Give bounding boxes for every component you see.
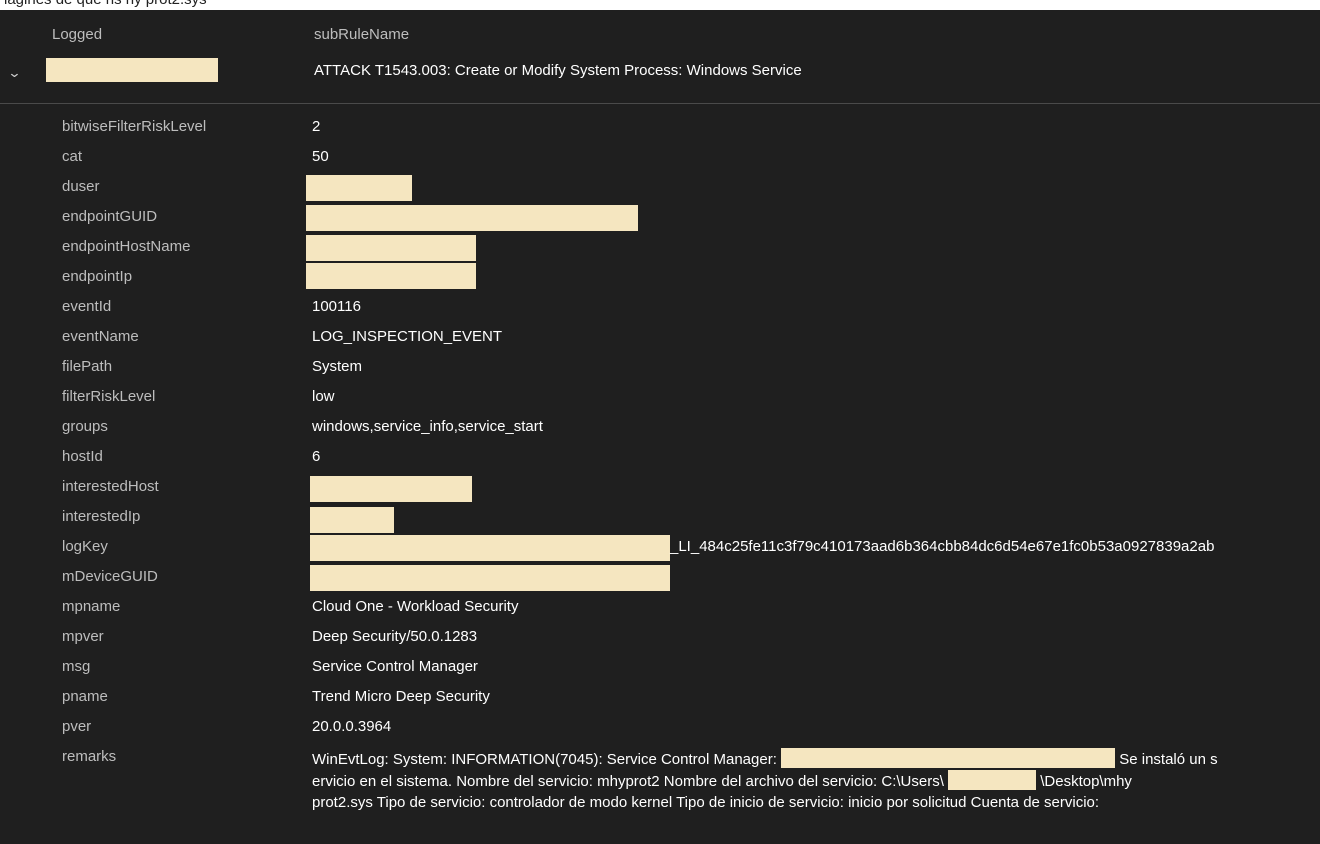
- field-value: 2: [312, 118, 321, 135]
- field-row: mpname Cloud One - Workload Security: [0, 594, 1320, 624]
- field-row: hostId 6: [0, 444, 1320, 474]
- redacted-value: [306, 263, 476, 289]
- redacted-value: [310, 535, 670, 561]
- field-key: logKey: [62, 538, 108, 555]
- field-row: pver 20.0.0.3964: [0, 714, 1320, 744]
- redacted-value: [306, 235, 476, 261]
- field-key: filterRiskLevel: [62, 388, 156, 405]
- field-key: bitwiseFilterRiskLevel: [62, 118, 207, 135]
- field-value: Service Control Manager: [312, 658, 478, 675]
- header-divider: [0, 103, 1320, 104]
- field-value: LOG_INSPECTION_EVENT: [312, 328, 503, 345]
- field-row: msg Service Control Manager: [0, 654, 1320, 684]
- subrulename-value: ATTACK T1543.003: Create or Modify Syste…: [314, 62, 802, 79]
- field-row: endpointIp: [0, 263, 1320, 294]
- remarks-value: WinEvtLog: System: INFORMATION(7045): Se…: [312, 748, 1312, 814]
- field-row-remarks: remarks WinEvtLog: System: INFORMATION(7…: [0, 744, 1320, 834]
- field-row: bitwiseFilterRiskLevel 2: [0, 114, 1320, 144]
- field-value: 100116: [312, 298, 361, 315]
- field-key: msg: [62, 658, 91, 675]
- field-value: Cloud One - Workload Security: [312, 598, 519, 615]
- field-key: interestedHost: [62, 478, 159, 495]
- field-value: low: [312, 388, 335, 405]
- remarks-text: Se instaló un s: [1119, 751, 1218, 768]
- field-row: endpointGUID: [0, 204, 1320, 234]
- field-key: eventId: [62, 298, 112, 315]
- column-header-logged[interactable]: Logged: [52, 26, 102, 43]
- remarks-text: WinEvtLog: System: INFORMATION(7045): Se…: [312, 751, 777, 768]
- column-header-subrulename[interactable]: subRuleName: [314, 26, 409, 43]
- field-value: _LI_484c25fe11c3f79c410173aad6b364cbb84d…: [670, 538, 1215, 555]
- remarks-text: prot2.sys Tipo de servicio: controlador …: [312, 794, 1100, 811]
- field-row: duser: [0, 174, 1320, 204]
- field-key: endpointHostName: [62, 238, 191, 255]
- field-key: eventName: [62, 328, 139, 345]
- field-key: hostId: [62, 448, 103, 465]
- field-row: mpver Deep Security/50.0.1283: [0, 624, 1320, 654]
- remarks-line: WinEvtLog: System: INFORMATION(7045): Se…: [312, 748, 1312, 770]
- redacted-value: [306, 205, 638, 231]
- field-key: duser: [62, 178, 100, 195]
- field-value: 6: [312, 448, 321, 465]
- redacted-value: [310, 476, 472, 502]
- field-key: groups: [62, 418, 108, 435]
- field-value: 20.0.0.3964: [312, 718, 392, 735]
- top-clipped-text: lagines de que hs hy prot2.sys: [4, 0, 207, 8]
- remarks-line: ervicio en el sistema. Nombre del servic…: [312, 770, 1312, 792]
- field-row: logKey _LI_484c25fe11c3f79c410173aad6b36…: [0, 534, 1320, 564]
- event-header-row[interactable]: Logged subRuleName ⌄ ATTACK T1543.003: C…: [0, 10, 1320, 102]
- top-clipped-strip: lagines de que hs hy prot2.sys: [0, 0, 1320, 10]
- field-row: filePath System: [0, 354, 1320, 384]
- field-row: groups windows,service_info,service_star…: [0, 414, 1320, 444]
- field-key: mDeviceGUID: [62, 568, 158, 585]
- event-detail-panel: Logged subRuleName ⌄ ATTACK T1543.003: C…: [0, 10, 1320, 844]
- field-value: System: [312, 358, 363, 375]
- field-value: windows,service_info,service_start: [312, 418, 543, 435]
- field-key: endpointGUID: [62, 208, 158, 225]
- remarks-line: prot2.sys Tipo de servicio: controlador …: [312, 792, 1312, 814]
- logged-value-redacted: [46, 58, 218, 82]
- field-row: endpointHostName: [0, 234, 1320, 264]
- field-value: Deep Security/50.0.1283: [312, 628, 478, 645]
- field-key: pname: [62, 688, 108, 705]
- redacted-value: [310, 507, 394, 533]
- redacted-value: [781, 748, 1116, 768]
- field-row: cat 50: [0, 144, 1320, 174]
- field-key: cat: [62, 148, 83, 165]
- field-row: interestedIp: [0, 504, 1320, 534]
- field-value: Trend Micro Deep Security: [312, 688, 490, 705]
- redacted-value: [306, 175, 412, 201]
- field-key: mpname: [62, 598, 121, 615]
- field-row: mDeviceGUID: [0, 564, 1320, 594]
- field-key: mpver: [62, 628, 104, 645]
- field-row: filterRiskLevel low: [0, 384, 1320, 414]
- field-row: interestedHost: [0, 474, 1320, 504]
- field-key: filePath: [62, 358, 113, 375]
- field-key: remarks: [62, 748, 117, 765]
- field-value: 50: [312, 148, 329, 165]
- field-row: pname Trend Micro Deep Security: [0, 684, 1320, 714]
- redacted-value: [310, 565, 670, 591]
- field-key: pver: [62, 718, 92, 735]
- redacted-value: [948, 770, 1037, 790]
- remarks-text: ervicio en el sistema. Nombre del servic…: [312, 773, 944, 790]
- field-key: endpointIp: [62, 268, 133, 285]
- field-key: interestedIp: [62, 508, 141, 525]
- field-row: eventId 100116: [0, 294, 1320, 324]
- remarks-text: \Desktop\mhy: [1040, 773, 1132, 790]
- chevron-down-icon[interactable]: ⌄: [7, 65, 21, 81]
- field-row: eventName LOG_INSPECTION_EVENT: [0, 324, 1320, 354]
